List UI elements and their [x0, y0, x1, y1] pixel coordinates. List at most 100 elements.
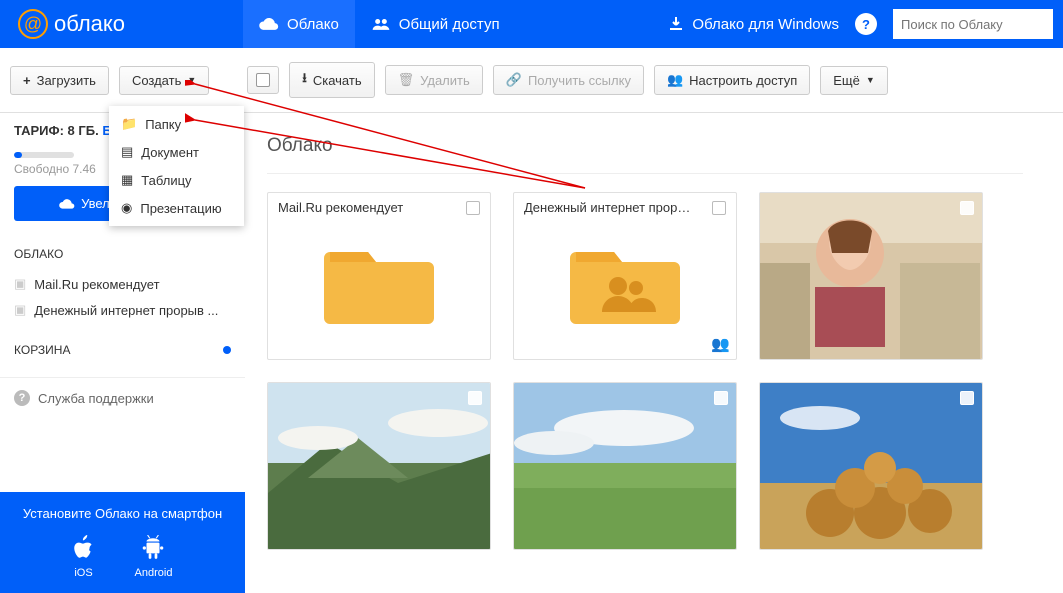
chevron-down-icon: ▼ [866, 75, 875, 85]
delete-button[interactable]: 🗑 Удалить [385, 65, 483, 95]
folder-shared-icon [570, 238, 680, 328]
promo-android[interactable]: Android [135, 535, 173, 579]
support-label: Служба поддержки [38, 391, 154, 406]
more-button[interactable]: Ещё ▼ [820, 66, 888, 95]
header-right: Облако для Windows ? [668, 0, 1063, 48]
tile-checkbox[interactable] [712, 201, 726, 215]
download-icon [668, 16, 684, 32]
apple-icon [73, 535, 95, 561]
question-icon: ? [14, 390, 30, 406]
photo-thumbnail [760, 193, 983, 360]
presentation-icon: ◉ [121, 200, 132, 216]
search-input[interactable] [893, 9, 1053, 39]
nav-shared-label: Общий доступ [399, 16, 500, 33]
storage-progress [14, 152, 74, 158]
create-presentation-item[interactable]: ◉ Презентацию [109, 194, 244, 222]
chevron-down-icon: ▼ [187, 75, 196, 85]
sidebar-item-money[interactable]: ▣ Денежный интернет прорыв ... [14, 297, 231, 323]
section-cloud-title: ОБЛАКО [14, 247, 231, 261]
folder-icon: ▣ [14, 276, 26, 292]
image-tile[interactable] [759, 382, 983, 550]
users-icon [371, 17, 391, 31]
nav-cloud[interactable]: Облако [243, 0, 355, 48]
get-link-label: Получить ссылку [528, 73, 631, 88]
windows-link-label: Облако для Windows [692, 16, 839, 33]
promo-ios-label: iOS [74, 567, 92, 579]
image-tile[interactable] [759, 192, 983, 360]
create-table-label: Таблицу [141, 173, 191, 188]
help-icon[interactable]: ? [855, 13, 877, 35]
tile-checkbox[interactable] [468, 391, 482, 405]
sidebar-item-mailru[interactable]: ▣Mail.Ru рекомендует [14, 271, 231, 297]
main-content: Облако Mail.Ru рекомендует Денежный инте… [245, 113, 1033, 593]
right-strip [1033, 113, 1063, 593]
storage-progress-fill [14, 152, 22, 158]
share-access-label: Настроить доступ [689, 73, 797, 88]
create-document-label: Документ [141, 145, 199, 160]
create-folder-item[interactable]: 📁 Папку [109, 110, 244, 138]
tile-checkbox[interactable] [960, 391, 974, 405]
nav-shared[interactable]: Общий доступ [355, 0, 516, 48]
breadcrumb: Облако [267, 113, 1023, 174]
photo-thumbnail [268, 383, 491, 550]
folder-tile-shared[interactable]: Денежный интернет проры… 👥 [513, 192, 737, 360]
upload-button[interactable]: +Загрузить [10, 66, 109, 95]
shared-badge-icon: 👥 [711, 335, 730, 353]
upload-label: Загрузить [37, 73, 96, 88]
file-grid: Mail.Ru рекомендует Денежный интернет пр… [267, 174, 1033, 568]
brand-logo[interactable]: @ облако [0, 9, 143, 39]
folder-icon: ▣ [14, 302, 26, 318]
checkbox-icon [256, 73, 270, 87]
section-trash-title[interactable]: КОРЗИНА [14, 343, 231, 357]
create-folder-label: Папку [145, 117, 181, 132]
delete-label: Удалить [420, 73, 470, 88]
image-tile[interactable] [513, 382, 737, 550]
trash-icon: 🗑 [398, 72, 415, 88]
users-icon: 👥 [667, 72, 683, 88]
section-cloud: ОБЛАКО ▣Mail.Ru рекомендует ▣ Денежный ин… [0, 237, 245, 333]
trash-indicator-dot [223, 346, 231, 354]
share-access-button[interactable]: 👥 Настроить доступ [654, 65, 810, 95]
tile-checkbox[interactable] [960, 201, 974, 215]
folder-icon [324, 238, 434, 328]
tariff-label: ТАРИФ: 8 ГБ. [14, 123, 99, 138]
windows-download-link[interactable]: Облако для Windows [668, 0, 839, 48]
tile-checkbox[interactable] [466, 201, 480, 215]
mobile-promo: Установите Облако на смартфон iOS Androi… [0, 492, 245, 593]
create-document-item[interactable]: ▤ Документ [109, 138, 244, 166]
document-icon: ▤ [121, 144, 133, 160]
tile-label: Денежный интернет проры… [524, 200, 694, 215]
get-link-button[interactable]: 🔗 Получить ссылку [493, 65, 644, 95]
link-icon: 🔗 [506, 72, 522, 88]
create-button[interactable]: Создать ▼ [119, 66, 209, 95]
sidebar-item-label: Денежный интернет прорыв ... [34, 303, 218, 318]
nav-cloud-label: Облако [287, 16, 339, 33]
select-all-checkbox[interactable] [247, 66, 279, 94]
promo-title: Установите Облако на смартфон [14, 506, 231, 521]
android-icon [142, 535, 164, 561]
folder-tile[interactable]: Mail.Ru рекомендует [267, 192, 491, 360]
more-label: Ещё [833, 73, 860, 88]
download-button[interactable]: ⭳Скачать [289, 62, 374, 98]
table-icon: ▦ [121, 172, 133, 188]
support-link[interactable]: ? Служба поддержки [0, 377, 245, 418]
section-trash: КОРЗИНА [0, 333, 245, 377]
toolbar: +Загрузить Создать ▼ ⭳Скачать 🗑 Удалить 🔗 П… [0, 48, 1063, 113]
tile-label: Mail.Ru рекомендует [278, 200, 403, 215]
brand-text: облако [54, 11, 125, 37]
download-label: Скачать [313, 73, 362, 88]
photo-thumbnail [760, 383, 983, 550]
folder-icon: 📁 [121, 116, 137, 132]
create-presentation-label: Презентацию [140, 201, 221, 216]
promo-ios[interactable]: iOS [73, 535, 95, 579]
photo-thumbnail [514, 383, 737, 550]
top-header: @ облако Облако Общий доступ Облако для … [0, 0, 1063, 48]
main-nav: Облако Общий доступ [243, 0, 516, 48]
promo-android-label: Android [135, 567, 173, 579]
create-table-item[interactable]: ▦ Таблицу [109, 166, 244, 194]
create-label: Создать [132, 73, 181, 88]
mailru-at-icon: @ [18, 9, 48, 39]
create-dropdown: 📁 Папку ▤ Документ ▦ Таблицу ◉ Презентацию [109, 106, 244, 226]
image-tile[interactable] [267, 382, 491, 550]
tile-checkbox[interactable] [714, 391, 728, 405]
